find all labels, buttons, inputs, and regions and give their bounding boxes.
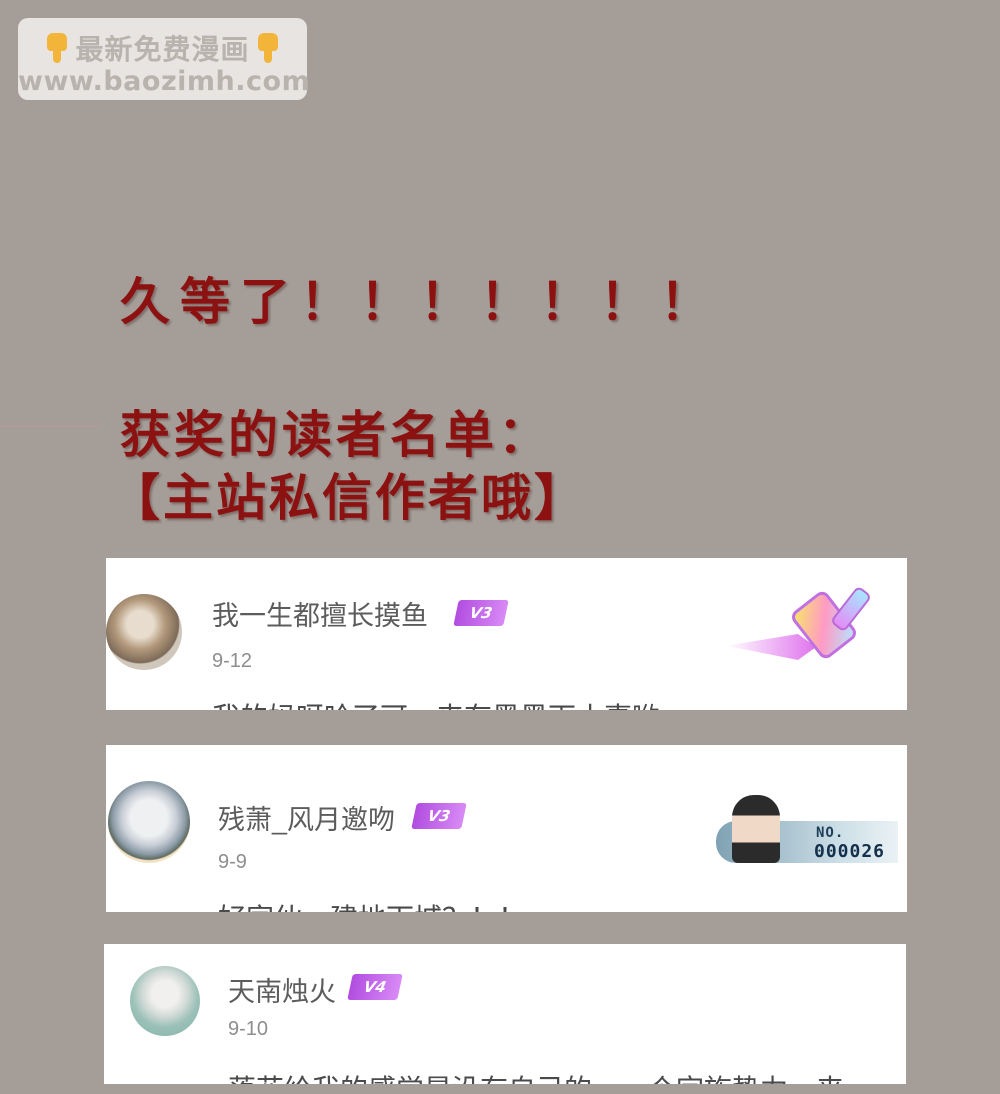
vip-badge: V3 xyxy=(411,803,467,829)
character-portrait-icon xyxy=(732,795,780,863)
divider xyxy=(0,425,100,427)
comment-card: 我一生都擅长摸鱼 V3 9-12 我的妈呀哈了可，来有黑黑下小事哟 xyxy=(106,558,907,710)
wait-heading: 久等了！！！！！！！ xyxy=(120,272,720,331)
watermark-title-row: 最新免费漫画 xyxy=(18,28,307,68)
comment-text: 我的妈呀哈了可，来有黑黑下小事哟 xyxy=(212,696,660,710)
vip-badge: V3 xyxy=(453,600,509,626)
instruction-heading: 【主站私信作者哦】 xyxy=(110,468,587,527)
vip-badge: V4 xyxy=(347,974,403,1000)
winners-heading: 获奖的读者名单： xyxy=(120,405,552,464)
avatar[interactable] xyxy=(108,781,190,863)
comment-text: 好家伙，建地下城？！！ xyxy=(218,897,526,912)
watermark-url: www.baozimh.com xyxy=(18,66,311,97)
username[interactable]: 残萧_风月邀吻 xyxy=(218,798,395,837)
badge-label: NO. xyxy=(816,825,845,841)
comment-date: 9-10 xyxy=(228,1018,269,1040)
comment-date: 9-12 xyxy=(212,650,253,672)
username[interactable]: 我一生都擅长摸鱼 xyxy=(212,594,428,633)
avatar[interactable] xyxy=(106,594,182,670)
comment-text: 落花给我的感觉是没有自己的，一个宗族势力，来 xyxy=(228,1068,844,1084)
number-badge: NO. 000026 xyxy=(716,795,902,865)
badge-number: 000026 xyxy=(814,841,886,862)
watermark: 最新免费漫画 www.baozimh.com xyxy=(18,18,311,100)
comment-date: 9-9 xyxy=(218,851,247,873)
pointing-down-hand-icon xyxy=(45,33,69,63)
pointing-down-hand-icon xyxy=(256,33,280,63)
watermark-title: 最新免费漫画 xyxy=(75,33,250,66)
comment-card: 天南烛火 V4 9-10 落花给我的感觉是没有自己的，一个宗族势力，来 xyxy=(104,944,906,1084)
page: 最新免费漫画 www.baozimh.com 久等了！！！！！！！ 获奖的读者名… xyxy=(0,0,1000,1094)
comment-card: 残萧_风月邀吻 V3 9-9 好家伙，建地下城？！！ NO. 000026 xyxy=(106,745,907,912)
avatar[interactable] xyxy=(130,966,200,1036)
paintbrush-badge-icon xyxy=(726,582,886,678)
username[interactable]: 天南烛火 xyxy=(228,970,336,1009)
